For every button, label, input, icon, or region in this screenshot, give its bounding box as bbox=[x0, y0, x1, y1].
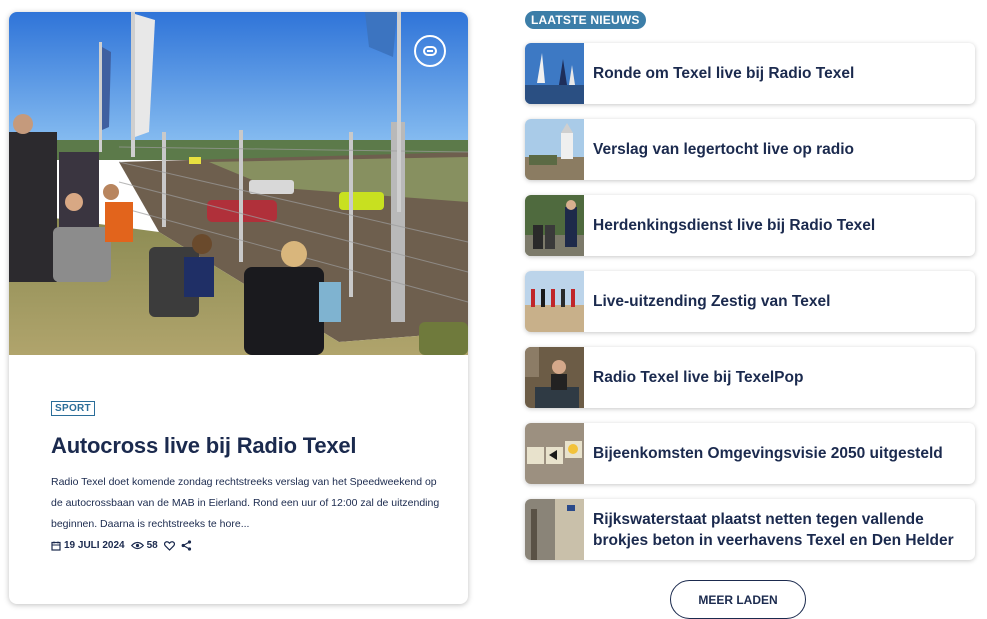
news-item-title: Verslag van legertocht live op radio bbox=[593, 141, 855, 158]
copy-link-button[interactable] bbox=[414, 35, 446, 67]
view-count: 58 bbox=[130, 540, 158, 551]
publish-date-text: 19 JULI 2024 bbox=[64, 540, 125, 551]
news-thumbnail bbox=[525, 347, 584, 408]
article-meta: 19 JULI 2024 58 bbox=[51, 540, 441, 551]
eye-icon bbox=[130, 541, 144, 550]
news-item[interactable]: Radio Texel live bij TexelPop bbox=[525, 347, 975, 408]
news-item[interactable]: Bijeenkomsten Omgevingsvisie 2050 uitges… bbox=[525, 423, 975, 484]
latest-news-section: LAATSTE NIEUWS Ronde om Texel live bij R… bbox=[525, 11, 977, 560]
publish-date: 19 JULI 2024 bbox=[51, 540, 125, 551]
news-thumbnail bbox=[525, 423, 584, 484]
category-badge[interactable]: SPORT bbox=[51, 401, 95, 416]
featured-article-image[interactable] bbox=[9, 12, 468, 355]
load-more-button[interactable]: MEER LADEN bbox=[670, 580, 806, 619]
link-icon bbox=[423, 46, 437, 56]
news-item[interactable]: Ronde om Texel live bij Radio Texel bbox=[525, 43, 975, 104]
news-thumbnail bbox=[525, 271, 584, 332]
news-item-title: Radio Texel live bij TexelPop bbox=[593, 369, 804, 386]
calendar-icon bbox=[51, 541, 61, 551]
news-item-title: Live-uitzending Zestig van Texel bbox=[593, 293, 831, 310]
news-item[interactable]: Live-uitzending Zestig van Texel bbox=[525, 271, 975, 332]
news-item-title: Herdenkingsdienst live bij Radio Texel bbox=[593, 217, 876, 234]
news-thumbnail bbox=[525, 119, 584, 180]
news-thumbnail bbox=[525, 43, 584, 104]
latest-news-label: LAATSTE NIEUWS bbox=[525, 11, 646, 29]
news-item[interactable]: Verslag van legertocht live op radio bbox=[525, 119, 975, 180]
news-item[interactable]: Rijkswaterstaat plaatst netten tegen val… bbox=[525, 499, 975, 560]
news-thumbnail bbox=[525, 195, 584, 256]
featured-article-body: SPORT Autocross live bij Radio Texel Rad… bbox=[51, 398, 441, 551]
news-item-title: Rijkswaterstaat plaatst netten tegen val… bbox=[593, 510, 954, 549]
view-count-text: 58 bbox=[146, 540, 158, 551]
featured-article-title[interactable]: Autocross live bij Radio Texel bbox=[51, 433, 441, 459]
news-item[interactable]: Herdenkingsdienst live bij Radio Texel bbox=[525, 195, 975, 256]
share-icon[interactable] bbox=[181, 540, 192, 551]
featured-article-card[interactable]: SPORT Autocross live bij Radio Texel Rad… bbox=[9, 12, 468, 604]
heart-icon[interactable] bbox=[163, 540, 175, 551]
news-thumbnail bbox=[525, 499, 584, 560]
featured-article-excerpt: Radio Texel doet komende zondag rechtstr… bbox=[51, 476, 440, 530]
news-item-title: Ronde om Texel live bij Radio Texel bbox=[593, 65, 855, 82]
news-item-title: Bijeenkomsten Omgevingsvisie 2050 uitges… bbox=[593, 445, 943, 462]
